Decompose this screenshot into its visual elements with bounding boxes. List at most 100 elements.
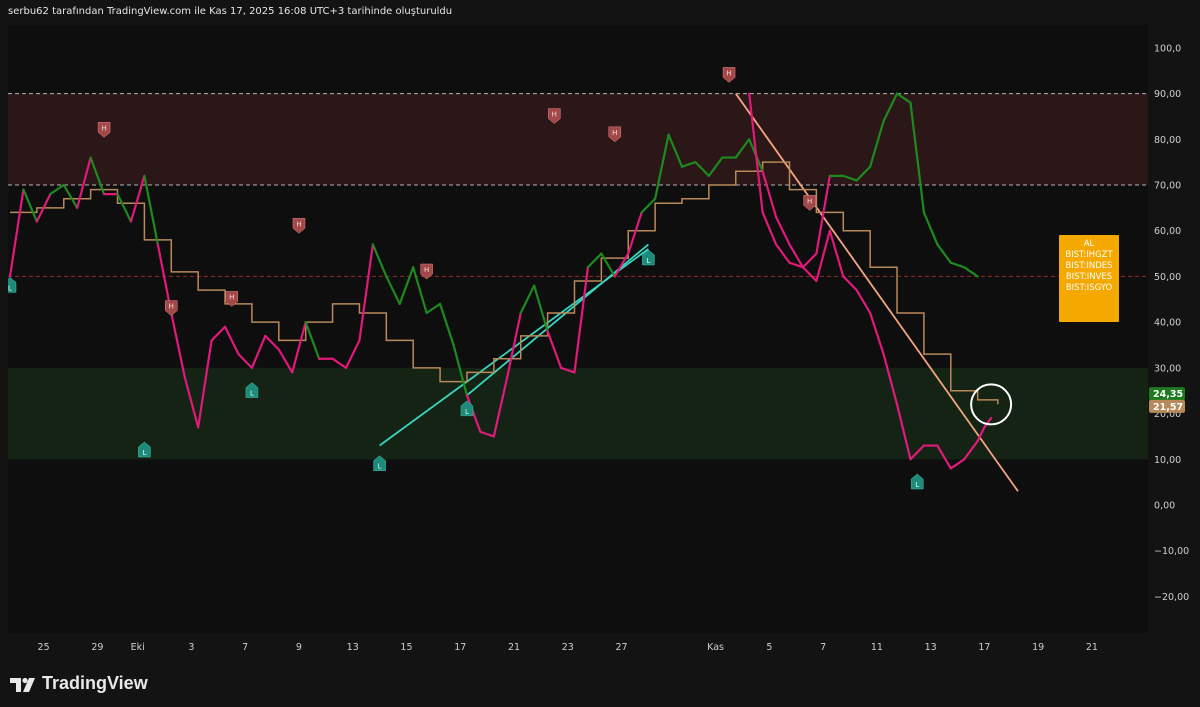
high-marker-label: H [424, 266, 429, 274]
brand-name: TradingView [42, 673, 148, 693]
x-tick-label: 13 [925, 642, 937, 653]
x-tick-label: 25 [38, 642, 50, 653]
oscillator-segment [519, 284, 536, 315]
x-tick-label: 17 [454, 642, 466, 653]
y-tick-label: 90,00 [1154, 89, 1181, 100]
x-tick-label: 5 [766, 642, 772, 653]
y-tick-label: −10,00 [1154, 546, 1189, 557]
high-marker-label: H [552, 111, 557, 119]
high-marker-label: H [807, 197, 812, 205]
y-tick-label: 30,00 [1154, 363, 1181, 374]
plot-area[interactable]: H H H H H H H H H L L L L L L L AL BIST:IHGZT BIST:INDES BI… [3, 25, 1148, 633]
oscillator-segment [237, 353, 254, 369]
oscillator-segment [761, 211, 778, 246]
oscillator-segment [438, 302, 455, 347]
oscillator-segment [936, 243, 952, 264]
oscillator-segment [62, 183, 79, 209]
low-marker-label: L [250, 390, 254, 398]
price-badge: 21,57 [1149, 399, 1185, 413]
signal-box-item: BIST:ISGYO [1066, 283, 1113, 293]
signal-box: ALBIST:IHGZTBIST:INDESBIST:INVESBIST:ISG… [1059, 235, 1119, 322]
oscillator-segment [774, 215, 791, 246]
oscillator-segment [533, 284, 549, 333]
high-marker-label: H [726, 69, 731, 77]
oscillator-segment [223, 325, 240, 356]
y-tick-label: 10,00 [1154, 455, 1181, 466]
oscillator-segment [828, 229, 845, 278]
oscillator-segment [22, 188, 38, 223]
oscillator-segment [855, 289, 872, 315]
x-tick-label: 15 [400, 642, 412, 653]
x-tick-label: 7 [242, 642, 248, 653]
oscillator-segment [304, 321, 321, 360]
signal-box-item: BIST:INVES [1066, 272, 1112, 282]
oscillator-segment [398, 266, 415, 305]
y-tick-label: 50,00 [1154, 272, 1181, 283]
x-tick-label: 9 [296, 642, 302, 653]
oscillator-segment [371, 243, 388, 278]
oscillator-segment [170, 311, 186, 379]
oversold-zone [8, 367, 1148, 460]
oscillator-segment [344, 339, 361, 369]
y-tick-label: 70,00 [1154, 181, 1181, 192]
oscillator-segment [291, 321, 307, 374]
footer-bar: TradingView [0, 659, 1200, 707]
high-marker-label: H [612, 129, 617, 137]
x-tick-label: 17 [978, 642, 990, 653]
x-tick-label: 21 [508, 642, 520, 653]
tradingview-logo[interactable]: TradingView [10, 673, 148, 694]
overbought-zone [8, 93, 1148, 185]
price-badge: 24,35 [1149, 387, 1185, 401]
high-marker-label: H [169, 303, 174, 311]
low-marker-label: L [465, 408, 469, 416]
price-axis-canvas: 100,0 90,00 80,00 70,00 60,00 50,00 40,00 30,00… [1149, 43, 1189, 603]
oscillator-segment [774, 243, 791, 264]
low-marker-label: L [378, 463, 382, 471]
oscillator-segment [425, 302, 442, 315]
y-tick-label: 0,00 [1154, 501, 1175, 512]
x-tick-label: 11 [871, 642, 883, 653]
oscillator-segment [627, 211, 643, 255]
x-tick-label: 23 [562, 642, 574, 653]
x-tick-label: Eki [131, 642, 145, 653]
signal-box-item: BIST:IHGZT [1065, 250, 1113, 260]
x-tick-label: 19 [1032, 642, 1044, 653]
oscillator-segment [358, 243, 374, 342]
low-marker-label: L [915, 481, 919, 489]
high-marker-label: H [229, 293, 234, 301]
x-tick-label: 3 [188, 642, 194, 653]
low-marker: L [910, 473, 924, 490]
chart-canvas[interactable]: HHHHHHHHHLLLLLLLALBIST:IHGZTBIST:INDESBI… [3, 25, 1148, 633]
high-marker-label: H [101, 124, 106, 132]
time-axis-canvas: 25 29 Eki 3 7 9 13 15 17 21 23 27 Kas 5 7 11 13 17 19 21 [38, 642, 1098, 653]
y-tick-label: 100,0 [1154, 43, 1181, 54]
oscillator-segment [842, 275, 858, 292]
oscillator-segment [640, 197, 657, 214]
y-tick-label: 80,00 [1154, 135, 1181, 146]
oscillator-segment [385, 275, 401, 305]
oscillator-segment [8, 188, 25, 278]
price-axis[interactable]: 100,0 90,00 80,00 70,00 60,00 50,00 40,00 30,00… [1148, 25, 1200, 633]
oscillator-segment [586, 252, 603, 269]
low-marker-label: L [142, 449, 146, 457]
y-tick-label: 60,00 [1154, 226, 1181, 237]
y-tick-label: 40,00 [1154, 318, 1181, 329]
x-tick-label: 7 [820, 642, 826, 653]
oscillator-segment [922, 211, 939, 246]
oscillator-segment [573, 266, 590, 374]
x-tick-label: 13 [347, 642, 359, 653]
oscillator-segment [331, 357, 348, 369]
oscillator-segment [116, 193, 133, 223]
oscillator-segment [143, 174, 159, 246]
price-badge-label: 24,35 [1153, 389, 1183, 400]
chart-window: serbu62 tarafından TradingView.com ile K… [0, 0, 1200, 707]
oscillator-segment [963, 266, 979, 278]
high-marker: H [722, 67, 736, 83]
signal-box-title: AL [1084, 239, 1095, 249]
high-marker-label: H [296, 220, 301, 228]
price-badge-label: 21,57 [1153, 402, 1183, 413]
x-tick-label: Kas [707, 642, 724, 653]
high-marker: H [292, 218, 306, 234]
oscillator-segment [250, 334, 267, 369]
time-axis[interactable]: 25 29 Eki 3 7 9 13 15 17 21 23 27 Kas 5 7 11 13 17 19 21 [8, 633, 1148, 659]
